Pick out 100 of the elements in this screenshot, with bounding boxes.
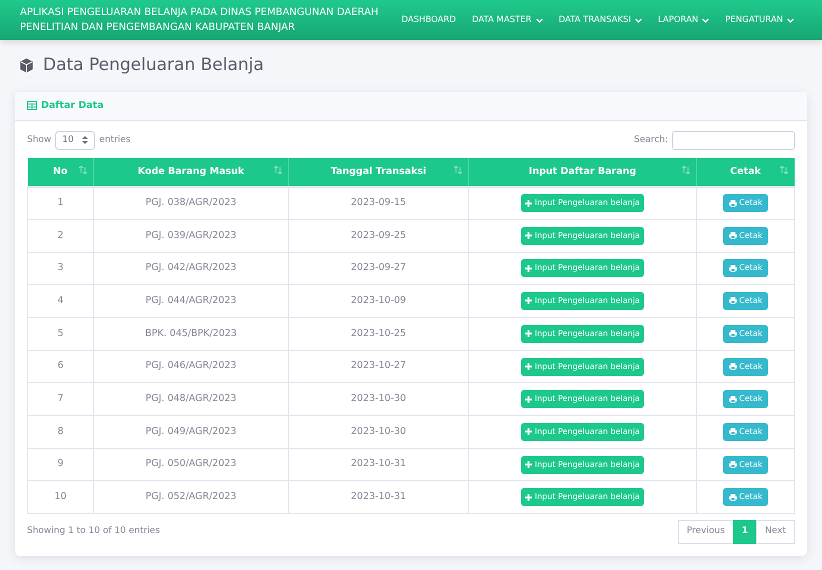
table-cell: PGJ. 049/AGR/2023: [146, 426, 236, 437]
printer-icon: [728, 330, 737, 338]
plus-icon: [525, 362, 532, 370]
column-header[interactable]: Kode Barang Masuk: [94, 158, 288, 187]
column-header[interactable]: Cetak: [696, 158, 794, 187]
input-button[interactable]: Input Pengeluaran belanja: [521, 259, 644, 278]
input-button[interactable]: Input Pengeluaran belanja: [521, 390, 644, 408]
page-title: Data Pengeluaran Belanja: [43, 54, 264, 77]
table-icon: [27, 101, 37, 110]
sort-icon: [780, 166, 788, 174]
sort-icon: [274, 166, 282, 174]
table-cell: 2023-09-15: [350, 197, 406, 208]
table-cell: 2023-10-31: [350, 458, 406, 470]
search-field[interactable]: [672, 130, 795, 150]
table-cell: PGJ. 048/AGR/2023: [146, 393, 236, 404]
nav-item[interactable]: PENGATURAN: [717, 14, 802, 26]
caret-icon: [702, 18, 710, 22]
input-button[interactable]: Input Pengeluaran belanja: [521, 358, 644, 376]
sort-icon: [682, 166, 690, 174]
input-button[interactable]: Input Pengeluaran belanja: [521, 456, 644, 474]
print-button[interactable]: Cetak: [722, 422, 768, 441]
printer-icon: [728, 494, 737, 501]
print-button[interactable]: Cetak: [722, 488, 768, 506]
plus-icon: [525, 330, 532, 338]
table-cell: 1: [57, 197, 64, 208]
printer-icon: [728, 396, 737, 403]
caret-icon: [634, 18, 642, 22]
plus-icon: [525, 460, 532, 468]
page-button[interactable]: Previous: [678, 520, 734, 544]
plus-icon: [525, 200, 532, 207]
print-button[interactable]: Cetak: [722, 324, 768, 343]
table-cell: 7: [57, 393, 64, 404]
table-cell: 6: [57, 360, 64, 372]
print-button[interactable]: Cetak: [722, 390, 768, 408]
updown-icon: [82, 136, 88, 144]
print-button[interactable]: Cetak: [722, 456, 768, 474]
plus-icon: [525, 297, 532, 304]
table-cell: 2023-10-27: [350, 360, 406, 372]
input-button[interactable]: Input Pengeluaran belanja: [521, 422, 644, 441]
table-cell: PGJ. 042/AGR/2023: [146, 262, 236, 274]
page-button[interactable]: 1: [732, 520, 758, 544]
column-header[interactable]: Tanggal Transaksi: [288, 158, 468, 187]
table-cell: 9: [57, 458, 64, 470]
box-icon: [18, 57, 35, 74]
caret-icon: [787, 18, 794, 22]
table-cell: 4: [57, 295, 64, 306]
plus-icon: [525, 396, 532, 403]
entries-select[interactable]: 10: [55, 130, 96, 150]
printer-icon: [728, 232, 737, 240]
input-button[interactable]: Input Pengeluaran belanja: [521, 488, 644, 506]
table-cell: 3: [57, 262, 64, 274]
table-cell: 2023-09-25: [350, 230, 406, 241]
nav-item[interactable]: LAPORAN: [650, 14, 718, 26]
nav-item[interactable]: DASHBOARD: [393, 14, 464, 26]
table-cell: PGJ. 046/AGR/2023: [146, 360, 236, 372]
plus-icon: [525, 232, 532, 240]
table-cell: PGJ. 038/AGR/2023: [146, 197, 236, 208]
table-cell: BPK. 045/BPK/2023: [145, 328, 237, 339]
table-cell: PGJ. 039/AGR/2023: [146, 230, 236, 241]
table-cell: PGJ. 044/AGR/2023: [146, 295, 236, 306]
input-button[interactable]: Input Pengeluaran belanja: [521, 324, 644, 343]
printer-icon: [728, 200, 737, 207]
sort-icon: [79, 166, 87, 174]
table-cell: 2023-10-09: [350, 295, 406, 306]
print-button[interactable]: Cetak: [722, 194, 768, 212]
entries-info: Showing 1 to 10 of 10 entries: [27, 525, 160, 538]
table-cell: 2023-10-30: [350, 393, 406, 404]
plus-icon: [525, 494, 532, 501]
printer-icon: [728, 460, 737, 468]
column-header[interactable]: No: [28, 158, 94, 187]
app-title: APLIKASI PENGELUARAN BELANJA PADA DINAS PEMBANGUNAN DAERAH PENELITIAN DAN PENGEMBANGAN KABUPATEN BANJAR: [20, 6, 380, 35]
column-header[interactable]: Input Daftar Barang: [468, 158, 696, 187]
search-label: Search:: [634, 134, 668, 146]
printer-icon: [728, 264, 737, 272]
plus-icon: [525, 428, 532, 436]
nav-item[interactable]: DATA MASTER: [464, 14, 551, 26]
table-cell: 8: [57, 426, 64, 437]
length-label: Show: [27, 134, 52, 146]
nav-item[interactable]: DATA TRANSAKSI: [550, 14, 650, 26]
printer-icon: [728, 428, 737, 436]
print-button[interactable]: Cetak: [722, 358, 768, 376]
page-button[interactable]: Next: [756, 520, 795, 544]
input-button[interactable]: Input Pengeluaran belanja: [521, 226, 644, 245]
print-button[interactable]: Cetak: [722, 226, 768, 245]
print-button[interactable]: Cetak: [722, 292, 768, 310]
input-button[interactable]: Input Pengeluaran belanja: [521, 292, 644, 310]
input-button[interactable]: Input Pengeluaran belanja: [521, 194, 644, 212]
caret-icon: [536, 18, 543, 22]
sort-icon: [454, 166, 462, 174]
table-cell: PGJ. 050/AGR/2023: [146, 458, 236, 470]
plus-icon: [525, 264, 532, 272]
printer-icon: [728, 362, 737, 370]
print-button[interactable]: Cetak: [722, 259, 768, 278]
card-title: Daftar Data: [41, 98, 104, 112]
table-cell: 10: [54, 491, 67, 502]
table-cell: 2023-09-27: [350, 262, 406, 274]
table-cell: 2: [57, 230, 64, 241]
table-cell: PGJ. 052/AGR/2023: [146, 491, 236, 502]
printer-icon: [728, 297, 737, 304]
table-cell: 2023-10-31: [350, 491, 406, 502]
